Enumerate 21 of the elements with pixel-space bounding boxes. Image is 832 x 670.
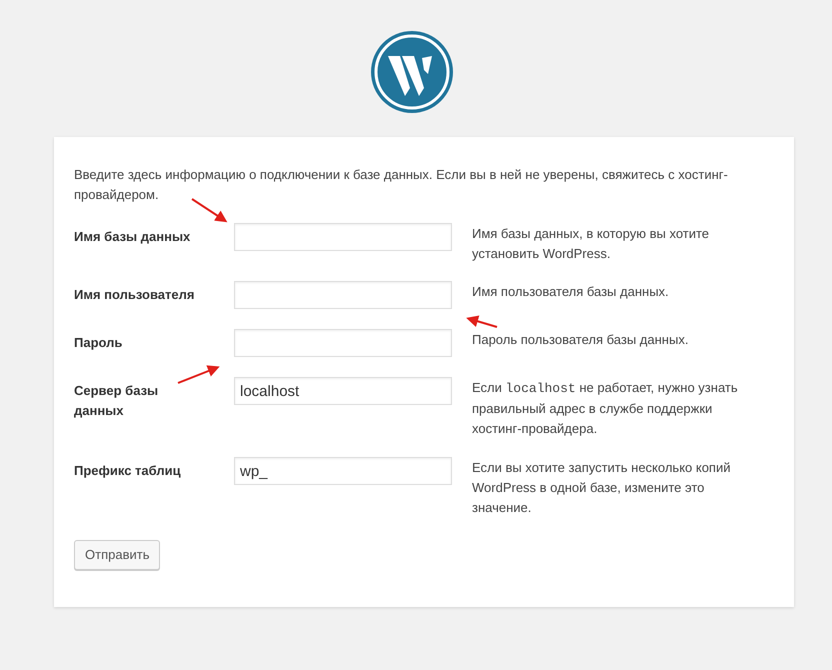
field-label: Пароль: [74, 334, 124, 352]
field-label: Имя пользователя: [74, 286, 196, 304]
help-text: Если localhost не работает, нужно узнать правильный адрес в службе поддержки хостинг-провайдера.: [472, 379, 739, 438]
field-label: Имя базы данных: [74, 228, 192, 246]
annotation-arrow: [178, 365, 220, 384]
input-field[interactable]: localhost: [234, 377, 452, 405]
intro-text: Введите здесь информацию о подключении к базе данных. Если вы в ней не уверены, свяжитесь с хостинг-провайдером.: [74, 166, 729, 204]
input-field[interactable]: [234, 281, 452, 309]
input-field[interactable]: [234, 329, 452, 357]
submit-button[interactable]: Отправить: [74, 540, 160, 570]
help-text: Имя базы данных, в которую вы хотите установить WordPress.: [472, 225, 710, 263]
logo-icon: [370, 30, 454, 114]
help-text: Имя пользователя базы данных.: [472, 283, 670, 301]
input-field[interactable]: [234, 223, 452, 251]
input-field[interactable]: wp_: [234, 457, 452, 485]
annotation-arrow: [466, 316, 498, 328]
annotation-arrow: [191, 198, 228, 222]
help-text: Пароль пользователя базы данных.: [472, 331, 690, 349]
help-text: Если вы хотите запустить несколько копий WordPress в одной базе, измените это значение.: [472, 459, 732, 517]
field-label: Префикс таблиц: [74, 462, 182, 480]
field-label: Сервер базы данных: [74, 382, 160, 420]
